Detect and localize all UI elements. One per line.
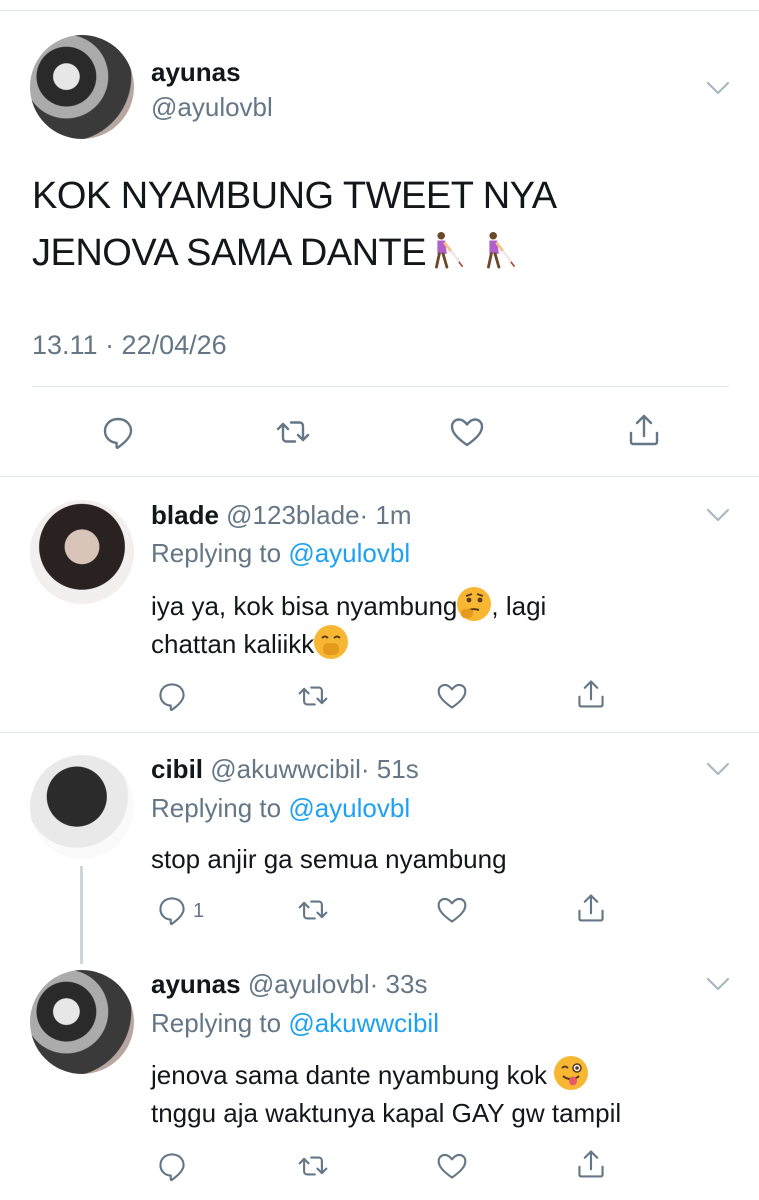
tweet-header: cibil @akuwwcibil· 51s	[151, 754, 419, 785]
avatar[interactable]	[30, 755, 134, 859]
tweet-header: ayunas @ayulovbl· 33s	[151, 969, 427, 1000]
retweet-icon[interactable]	[297, 1150, 329, 1182]
heart-icon[interactable]	[436, 894, 468, 926]
share-icon[interactable]	[575, 1148, 607, 1180]
replying-to: Replying to @akuwwcibil	[151, 1008, 439, 1038]
replying-to: Replying to @ayulovbl	[151, 538, 411, 568]
tweet-text: stop anjir ga semua nyambung	[151, 844, 507, 874]
thinking-emoji	[457, 587, 492, 621]
thread-line	[80, 866, 83, 964]
avatar[interactable]	[30, 970, 134, 1074]
walker-emoji	[426, 231, 464, 269]
replying-to-link[interactable]: @akuwwcibil	[288, 1008, 439, 1038]
divider	[0, 732, 759, 733]
tweet-time: · 1m	[359, 500, 412, 530]
tweet-text: KOK NYAMBUNG TWEET NYA JENOVA SAMA DANTE	[32, 168, 557, 282]
author-name[interactable]: ayunas	[151, 57, 241, 88]
reply-icon[interactable]	[156, 894, 188, 926]
chevron-down-icon[interactable]	[705, 502, 731, 528]
reply-icon[interactable]	[156, 1150, 188, 1182]
author-handle[interactable]: @akuwwcibil	[210, 754, 361, 784]
reply-count: 1	[193, 900, 205, 922]
author-handle[interactable]: @ayulovbl	[248, 969, 370, 999]
chevron-down-icon[interactable]	[705, 971, 731, 997]
tweet-header: blade @123blade· 1m	[151, 500, 412, 531]
share-icon[interactable]	[626, 412, 662, 448]
tweet-time: · 51s	[360, 754, 419, 784]
replying-to-link[interactable]: @ayulovbl	[288, 538, 410, 568]
reply-icon[interactable]	[156, 680, 188, 712]
winking-tongue-emoji	[554, 1056, 589, 1090]
heart-icon[interactable]	[449, 414, 485, 450]
tweet-timestamp[interactable]: 13.11 · 22/04/26	[32, 330, 227, 361]
heart-icon[interactable]	[436, 680, 468, 712]
reply-icon[interactable]	[100, 414, 136, 450]
replying-to: Replying to @ayulovbl	[151, 793, 411, 823]
retweet-icon[interactable]	[297, 680, 329, 712]
tweet-text-line: JENOVA SAMA DANTE	[32, 225, 557, 282]
tweet-text: jenova sama dante nyambung kok tnggu aja…	[151, 1056, 621, 1132]
chevron-down-icon[interactable]	[705, 756, 731, 782]
author-name[interactable]: blade	[151, 500, 219, 530]
avatar[interactable]	[30, 500, 134, 604]
divider	[0, 476, 759, 477]
author-handle[interactable]: @ayulovbl	[151, 92, 273, 123]
chevron-down-icon[interactable]	[705, 75, 731, 101]
author-handle[interactable]: @123blade	[226, 500, 359, 530]
retweet-icon[interactable]	[275, 414, 311, 450]
heart-icon[interactable]	[436, 1150, 468, 1182]
retweet-icon[interactable]	[297, 894, 329, 926]
tweet-time: · 33s	[369, 969, 428, 999]
avatar[interactable]	[30, 35, 134, 139]
walker-emoji	[478, 231, 516, 269]
author-name[interactable]: ayunas	[151, 969, 241, 999]
share-icon[interactable]	[575, 892, 607, 924]
hand-over-mouth-emoji	[314, 625, 349, 659]
share-icon[interactable]	[575, 678, 607, 710]
tweet-text-line: KOK NYAMBUNG TWEET NYA	[32, 175, 557, 217]
divider	[32, 386, 729, 387]
author-name[interactable]: cibil	[151, 754, 203, 784]
tweet-text: iya ya, kok bisa nyambung, lagi chattan …	[151, 587, 546, 663]
top-divider	[0, 10, 759, 11]
replying-to-link[interactable]: @ayulovbl	[288, 793, 410, 823]
